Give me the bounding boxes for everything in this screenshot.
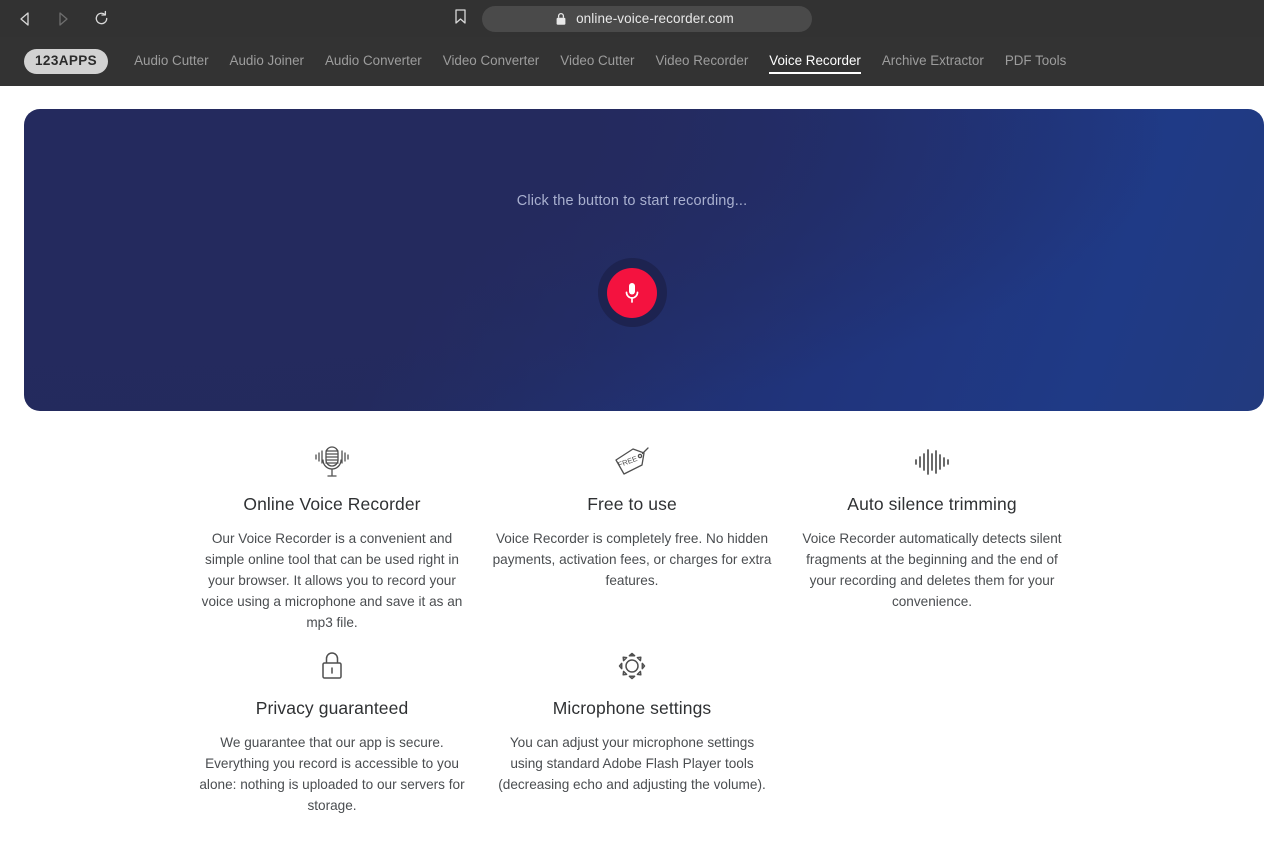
microphone-icon [625,282,639,303]
features-row-1: Online Voice Recorder Our Voice Recorder… [24,439,1240,643]
reload-button[interactable] [90,8,112,30]
nav-item-video-converter[interactable]: Video Converter [443,50,540,74]
feature-privacy-guaranteed: Privacy guaranteed We guarantee that our… [182,643,482,816]
studio-microphone-icon [192,439,472,485]
forward-button[interactable] [52,8,74,30]
feature-title: Free to use [587,494,677,514]
bookmark-button[interactable] [453,8,468,30]
site-navigation: 123APPS Audio Cutter Audio Joiner Audio … [0,37,1264,86]
tag-label: FREE [617,454,639,469]
lock-icon [556,12,566,25]
logo-123apps[interactable]: 123APPS [24,49,109,74]
nav-item-video-cutter[interactable]: Video Cutter [560,50,634,74]
feature-description: Voice Recorder is completely free. No hi… [492,531,772,588]
hero-section: Click the button to start recording... [0,86,1264,411]
nav-item-audio-joiner[interactable]: Audio Joiner [230,50,304,74]
record-button-ring [597,258,667,327]
nav-item-archive-extractor[interactable]: Archive Extractor [882,50,984,74]
feature-title: Privacy guaranteed [255,698,409,718]
feature-microphone-settings: Microphone settings You can adjust your … [482,643,782,816]
feature-auto-silence-trimming: Auto silence trimming Voice Recorder aut… [782,439,1082,633]
back-arrow-icon [20,11,29,26]
free-price-tag-icon: FREE [492,439,772,485]
nav-item-audio-converter[interactable]: Audio Converter [325,50,422,74]
feature-title: Auto silence trimming [847,494,1017,514]
record-button[interactable] [607,267,657,318]
nav-item-voice-recorder[interactable]: Voice Recorder [769,50,861,74]
back-button[interactable] [14,8,36,30]
gear-icon [492,643,772,689]
browser-toolbar: online-voice-recorder.com [0,0,1264,37]
nav-item-video-recorder[interactable]: Video Recorder [655,50,748,74]
reload-icon [95,10,107,25]
feature-placeholder [782,643,1082,816]
waveform-icon [792,439,1072,485]
browser-nav-buttons [14,8,112,30]
recorder-panel: Click the button to start recording... [24,109,1264,411]
nav-item-pdf-tools[interactable]: PDF Tools [1005,50,1067,74]
feature-online-voice-recorder: Online Voice Recorder Our Voice Recorder… [182,439,482,633]
nav-item-audio-cutter[interactable]: Audio Cutter [134,50,208,74]
feature-free-to-use: FREE Free to use Voice Recorder is compl… [482,439,782,633]
address-bar-url: online-voice-recorder.com [576,11,734,26]
recording-prompt: Click the button to start recording... [516,193,748,209]
padlock-icon [192,643,472,689]
feature-description: You can adjust your microphone settings … [498,735,766,792]
feature-description: Our Voice Recorder is a convenient and s… [201,531,463,630]
forward-arrow-icon [59,11,68,26]
bookmark-icon [454,8,466,24]
feature-title: Online Voice Recorder [243,494,421,514]
feature-description: We guarantee that our app is secure. Eve… [199,735,465,813]
feature-title: Microphone settings [552,698,712,718]
features-row-2: Privacy guaranteed We guarantee that our… [24,643,1240,826]
features-section: Online Voice Recorder Our Voice Recorder… [0,411,1264,826]
address-bar[interactable]: online-voice-recorder.com [481,5,812,32]
feature-description: Voice Recorder automatically detects sil… [802,531,1062,609]
